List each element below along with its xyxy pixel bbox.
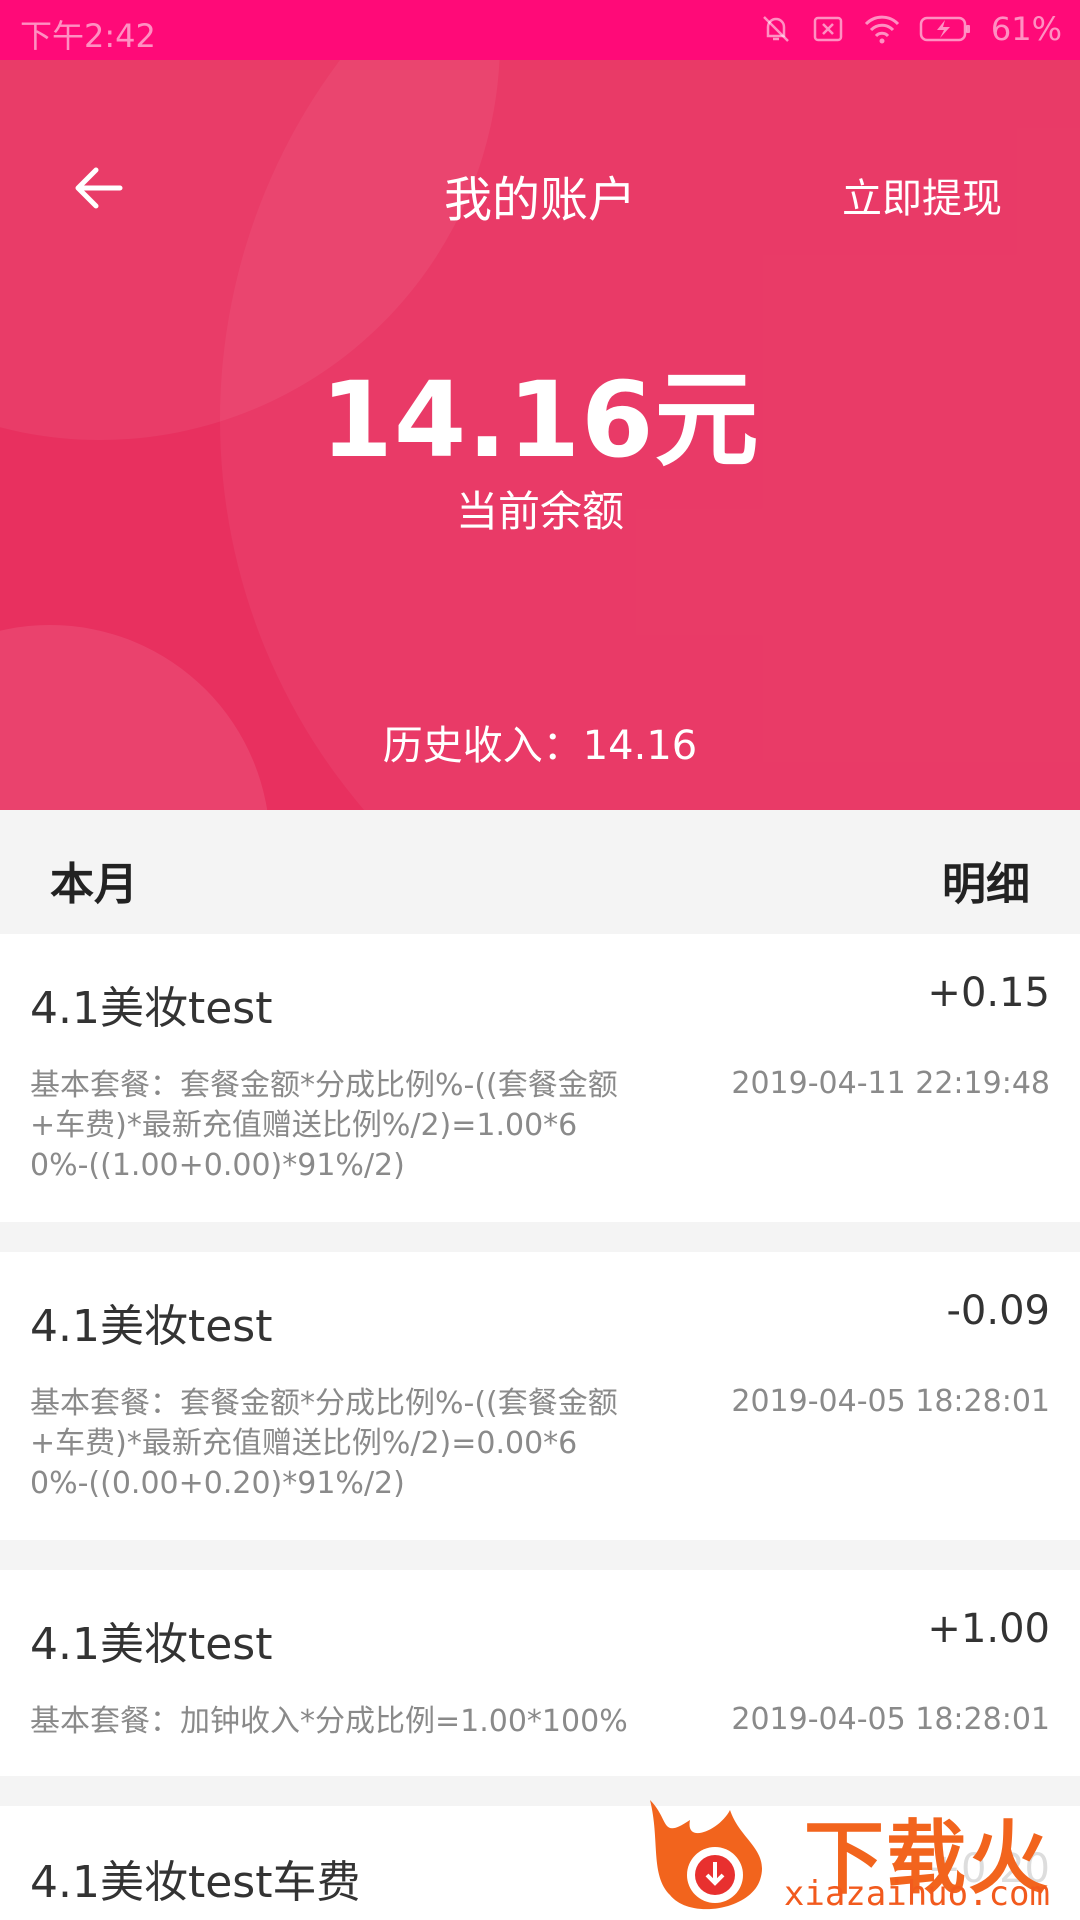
record-name: 4.1美妆test车费 (30, 1857, 361, 1908)
detail-link[interactable]: 明细 (942, 848, 1030, 912)
battery-charging-icon (919, 14, 973, 44)
status-icons: 61% (759, 10, 1062, 48)
watermark-url: xiazaihuo.com (783, 1874, 1050, 1914)
status-time: 下午2:42 (20, 17, 156, 55)
status-bar: 下午2:42 61% (0, 0, 1080, 60)
month-label: 本月 (50, 859, 138, 910)
record-description: 基本套餐：加钟收入*分成比例=1.00*100% (30, 1704, 628, 1739)
month-section-header: 本月 明细 (0, 810, 1080, 934)
record-date: 2019-04-11 22:19:48 (731, 1066, 1050, 1101)
withdraw-button[interactable]: 立即提现 (842, 166, 1002, 224)
account-header: 我的账户 立即提现 14.16元 当前余额 历史收入：14.16 (0, 60, 1080, 810)
record-description: 基本套餐：套餐金额*分成比例%-((套餐金额+车费)*最新充值赠送比例%/2)=… (30, 1068, 618, 1183)
balance-label: 当前余额 (455, 487, 624, 536)
flame-logo-icon (650, 1800, 763, 1910)
wifi-icon (863, 12, 901, 46)
record-amount: +0.15 (927, 970, 1050, 1016)
sim-blocked-icon (811, 12, 845, 46)
record-item[interactable]: 4.1美妆test +0.15 基本套餐：套餐金额*分成比例%-((套餐金额+车… (0, 934, 1080, 1222)
record-name: 4.1美妆test (30, 1301, 273, 1352)
record-date: 2019-04-05 18:28:01 (731, 1384, 1050, 1419)
record-date: 2019-04-05 18:28:01 (731, 1702, 1050, 1737)
balance-amount: 14.16元 (320, 359, 760, 481)
watermark-logo: 下载火 xiazaihuo.com (630, 1780, 1070, 1920)
record-item[interactable]: 4.1美妆test +1.00 基本套餐：加钟收入*分成比例=1.00*100%… (0, 1570, 1080, 1776)
record-name: 4.1美妆test (30, 1619, 273, 1670)
mute-bell-icon (759, 12, 793, 46)
record-item[interactable]: 4.1美妆test -0.09 基本套餐：套餐金额*分成比例%-((套餐金额+车… (0, 1252, 1080, 1540)
record-amount: +1.00 (927, 1606, 1050, 1652)
record-name: 4.1美妆test (30, 983, 273, 1034)
battery-percent: 61% (990, 10, 1062, 48)
record-amount: -0.09 (946, 1288, 1051, 1334)
history-income: 历史收入：14.16 (382, 723, 698, 769)
record-description: 基本套餐：套餐金额*分成比例%-((套餐金额+车费)*最新充值赠送比例%/2)=… (30, 1386, 618, 1501)
